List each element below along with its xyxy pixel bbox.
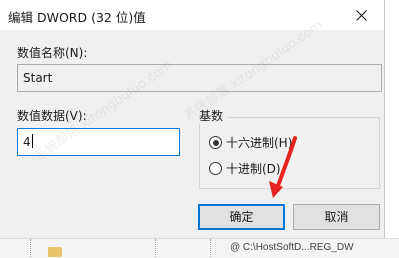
ok-button[interactable]: 确定 <box>198 204 285 230</box>
value-name-field: Start <box>17 64 382 92</box>
base-group-title: 基数 <box>199 107 228 124</box>
dialog-title: 编辑 DWORD (32 位)值 <box>8 10 146 25</box>
close-icon <box>355 9 367 21</box>
value-data-label: 数值数据(V): <box>17 109 87 123</box>
radio-button-unchecked[interactable] <box>209 162 222 175</box>
edit-dword-dialog: 编辑 DWORD (32 位)值 数值名称(N): Start 数值数据(V):… <box>0 0 385 238</box>
background-window-edge <box>384 0 399 258</box>
annotation-arrow-icon <box>269 136 297 198</box>
background-registry-value: @ C:\HostSoftD...REG_DW <box>230 242 354 253</box>
screen: @ C:\HostSoftD...REG_DW 编辑 DWORD (32 位)值… <box>0 0 399 258</box>
value-name-text: Start <box>23 71 53 85</box>
background-tree-strip: @ C:\HostSoftD...REG_DW <box>0 238 399 258</box>
title-bar[interactable]: 编辑 DWORD (32 位)值 <box>0 0 384 30</box>
tree-line <box>210 239 212 258</box>
value-data-input[interactable]: 4 <box>17 128 180 156</box>
text-caret <box>31 134 33 148</box>
tree-line <box>30 239 32 258</box>
folder-icon <box>48 247 62 257</box>
tree-line <box>155 239 157 258</box>
cancel-button[interactable]: 取消 <box>293 204 380 230</box>
value-name-label: 数值名称(N): <box>17 46 88 60</box>
value-data-text: 4 <box>23 135 31 149</box>
close-button[interactable] <box>338 0 384 30</box>
radio-button-checked[interactable] <box>209 136 222 149</box>
